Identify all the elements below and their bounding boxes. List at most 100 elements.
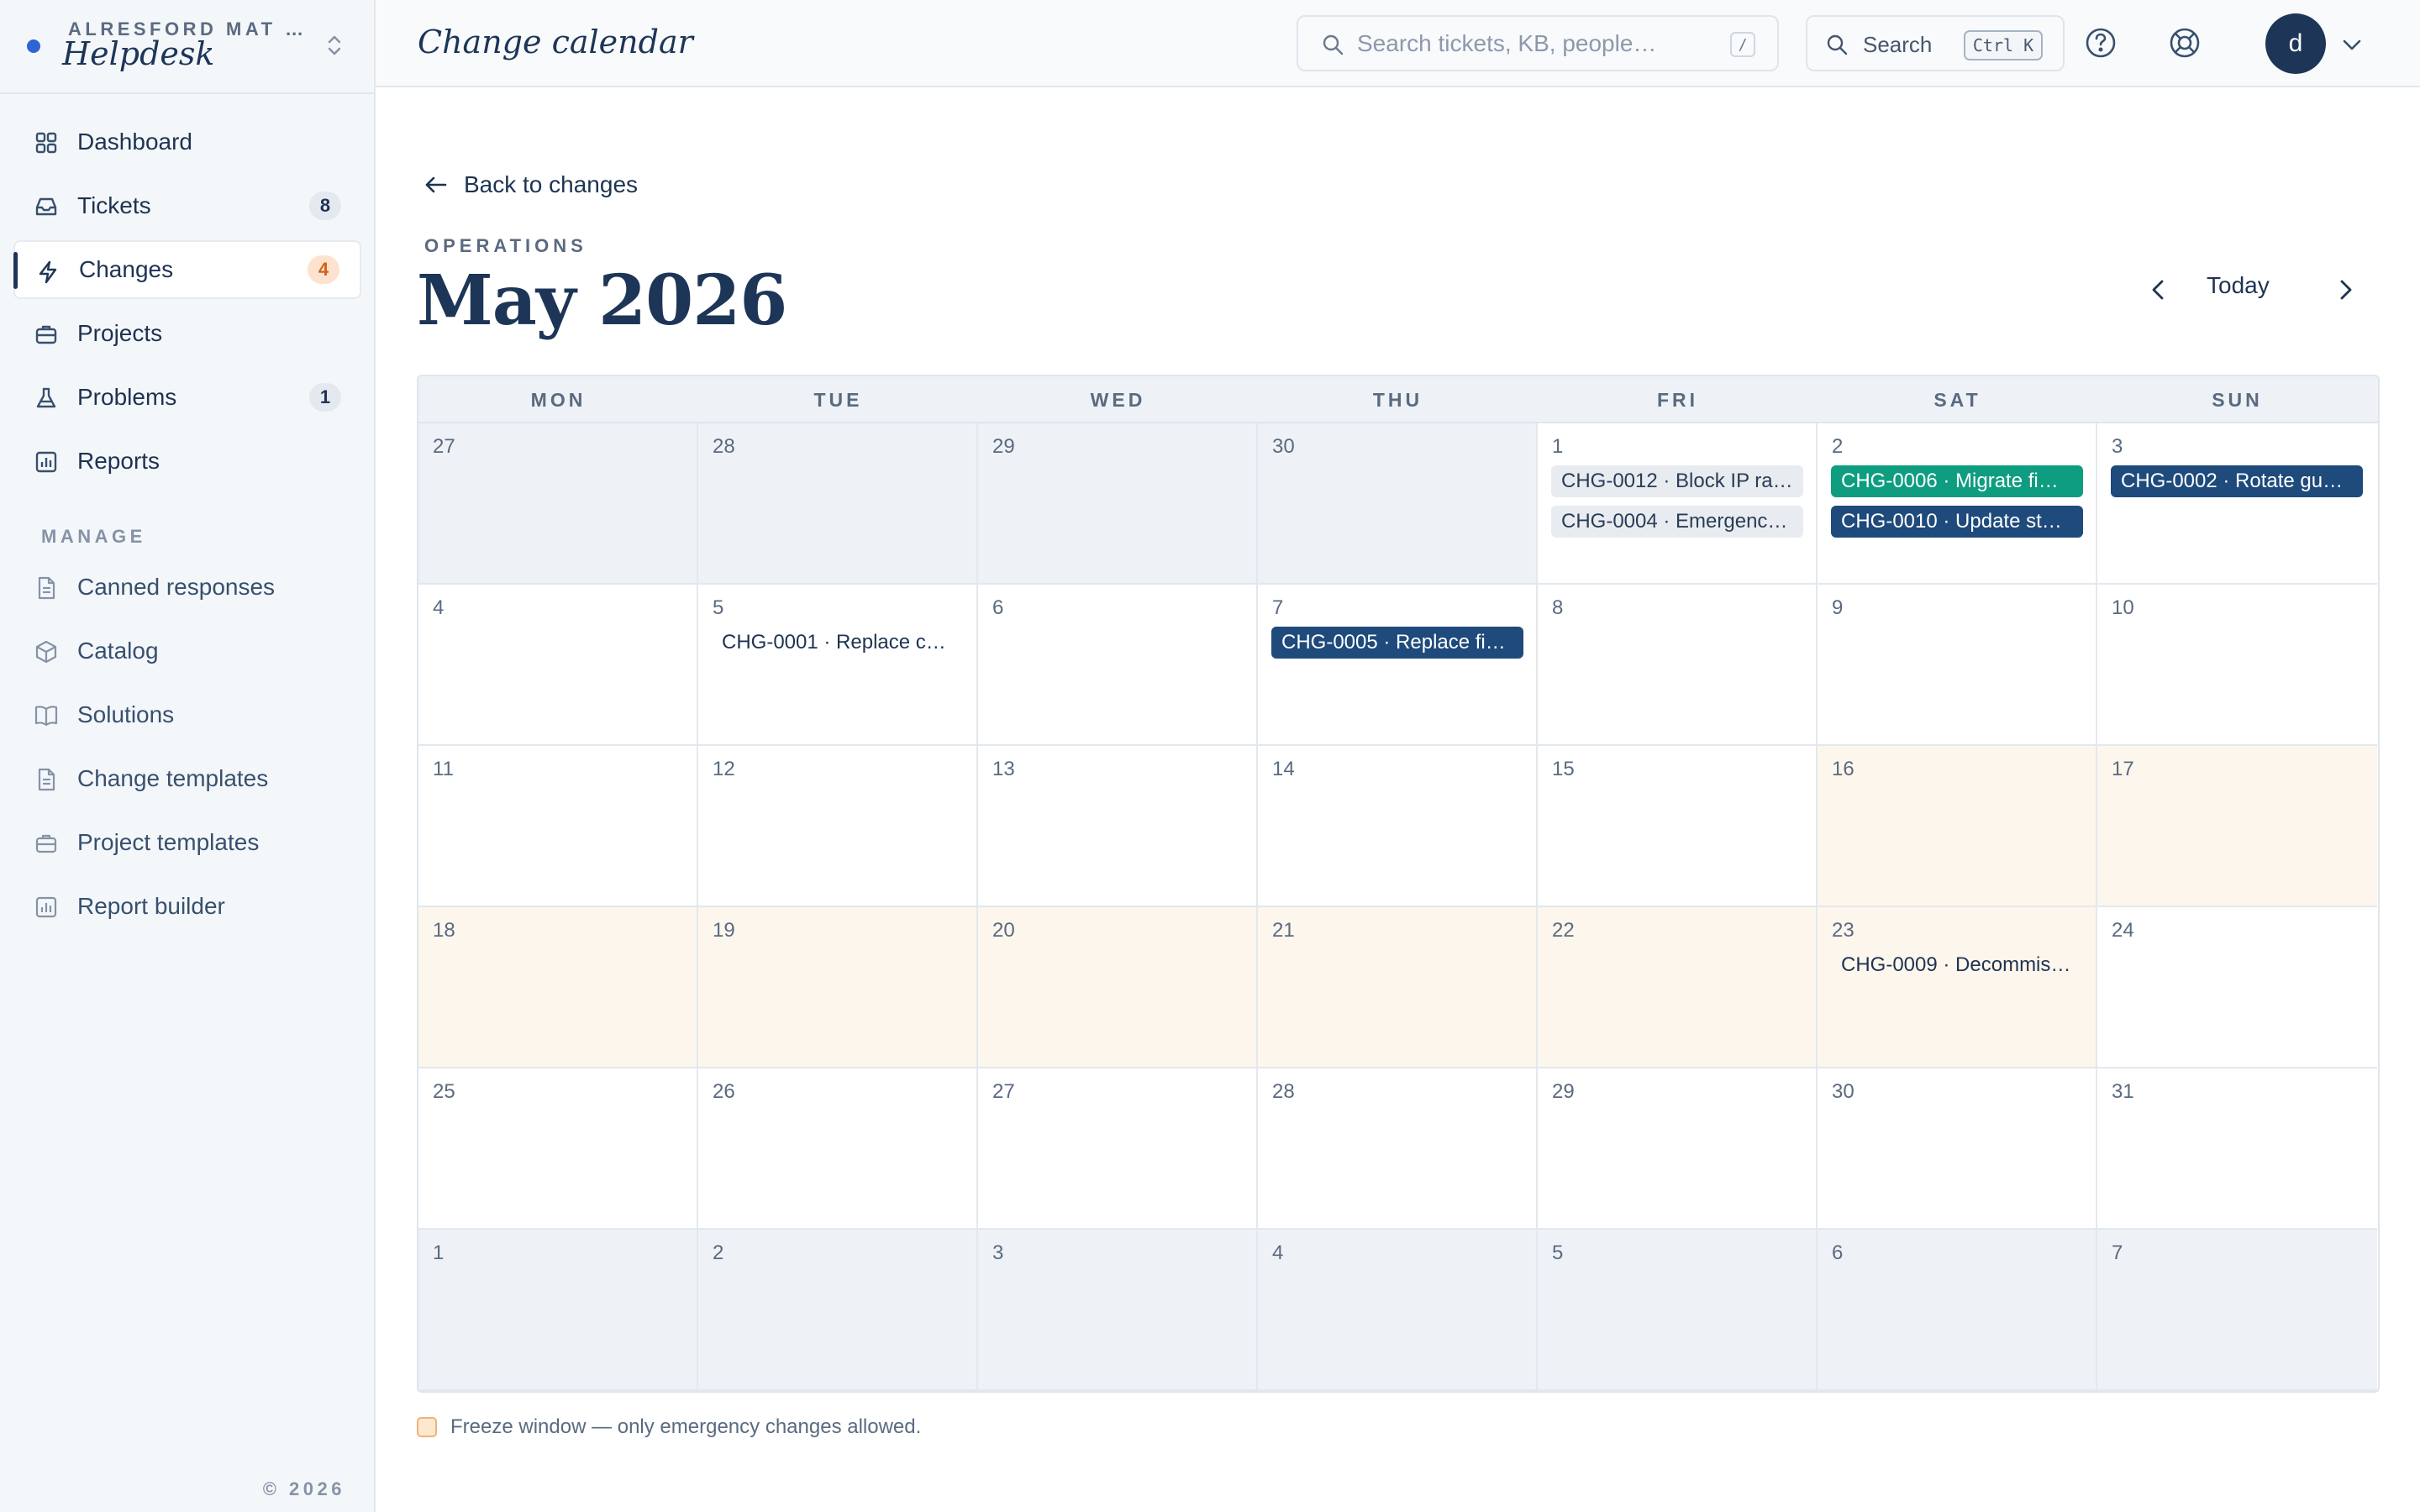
sidebar-item-projects[interactable]: Projects [13,304,361,363]
sidebar-item-project-templates[interactable]: Project templates [13,813,361,872]
calendar-day-cell[interactable]: 3 [978,1230,1258,1391]
change-event-chip[interactable]: CHG-0004 · Emergenc… [1551,506,1803,538]
sidebar-item-report-builder[interactable]: Report builder [13,877,361,936]
calendar-day-cell[interactable]: 19 [698,907,978,1068]
change-event-chip[interactable]: CHG-0005 · Replace fi… [1271,627,1523,659]
calendar-day-cell[interactable]: 7 [2097,1230,2377,1391]
sidebar-item-tickets[interactable]: Tickets 8 [13,176,361,235]
help-circle-icon[interactable] [2083,25,2118,60]
global-search[interactable]: / [1297,15,1779,71]
chevron-left-icon[interactable] [2143,274,2175,306]
day-number: 8 [1552,596,1564,619]
calendar-day-cell[interactable]: 4 [1258,1230,1538,1391]
chevron-right-icon[interactable] [2329,274,2361,306]
calendar-day-cell[interactable]: 18 [418,907,698,1068]
calendar-day-cell[interactable]: 23 CHG-0009 · Decommis… [1818,907,2097,1068]
calendar-day-cell[interactable]: 11 [418,746,698,907]
workspace-status-dot [27,39,40,53]
calendar-day-cell[interactable]: 27 [978,1068,1258,1230]
calendar-day-cell[interactable]: 2 CHG-0006 · Migrate fi… CHG-0010 · Update… [1818,423,2097,585]
day-number: 27 [433,435,455,458]
day-number: 2 [1832,435,1844,458]
change-event-chip[interactable]: CHG-0002 · Rotate gu… [2111,465,2363,497]
calendar-day-cell[interactable]: 3 CHG-0002 · Rotate gu… [2097,423,2377,585]
change-event-chip[interactable]: CHG-0001 · Replace co… [712,627,964,659]
day-number: 29 [1552,1080,1575,1103]
change-event-chip[interactable]: CHG-0006 · Migrate fi… [1831,465,2083,497]
calendar-day-cell[interactable]: 22 [1538,907,1818,1068]
sidebar-item-label: Reports [77,448,160,474]
day-number: 30 [1272,435,1295,458]
calendar-day-cell[interactable]: 29 [1538,1068,1818,1230]
change-event-chip[interactable]: CHG-0012 · Block IP ra… [1551,465,1803,497]
day-number: 7 [2112,1242,2123,1264]
calendar-day-cell[interactable]: 28 [1258,1068,1538,1230]
calendar-day-cell[interactable]: 4 [418,585,698,746]
workspace-switcher[interactable]: ALRESFORD MAT … Helpdesk [0,0,374,94]
calendar-day-cell[interactable]: 30 [1258,423,1538,585]
sidebar-item-label: Problems [77,384,177,410]
calendar-day-cell[interactable]: 27 [418,423,698,585]
sidebar-item-canned-responses[interactable]: Canned responses [13,558,361,617]
change-event-chip[interactable]: CHG-0010 · Update sta… [1831,506,2083,538]
calendar-day-cell[interactable]: 26 [698,1068,978,1230]
day-number: 6 [1832,1242,1844,1264]
day-number: 15 [1552,758,1575,780]
calendar-day-cell[interactable]: 24 [2097,907,2377,1068]
calendar-day-cell[interactable]: 10 [2097,585,2377,746]
search-input[interactable] [1357,29,1710,59]
calendar-day-cell[interactable]: 1 [418,1230,698,1391]
weekday-header: MON TUE WED THU FRI SAT SUN [418,376,2378,423]
calendar-day-cell[interactable]: 29 [978,423,1258,585]
calendar-day-cell[interactable]: 8 [1538,585,1818,746]
sidebar-item-dashboard[interactable]: Dashboard [13,113,361,171]
weekday-label: WED [1090,388,1146,411]
calendar-day-cell[interactable]: 28 [698,423,978,585]
sidebar-item-solutions[interactable]: Solutions [13,685,361,744]
calendar-day-cell[interactable]: 25 [418,1068,698,1230]
weekday-label: MON [530,388,587,411]
lifebuoy-icon[interactable] [2167,25,2202,60]
command-search-label: Search [1863,32,1933,57]
calendar-day-cell[interactable]: 31 [2097,1068,2377,1230]
user-avatar[interactable]: d [2265,13,2326,74]
day-number: 5 [713,596,724,619]
count-badge: 4 [308,255,339,284]
calendar-day-cell[interactable]: 5 CHG-0001 · Replace co… [698,585,978,746]
calendar-day-cell[interactable]: 21 [1258,907,1538,1068]
calendar-day-cell[interactable]: 17 [2097,746,2377,907]
calendar-day-cell[interactable]: 14 [1258,746,1538,907]
calendar-day-cell[interactable]: 16 [1818,746,2097,907]
calendar-day-cell[interactable]: 7 CHG-0005 · Replace fi… [1258,585,1538,746]
sidebar-item-change-templates[interactable]: Change templates [13,749,361,808]
open-book-icon [34,706,58,727]
today-button[interactable]: Today [2207,272,2270,299]
calendar-day-cell[interactable]: 13 [978,746,1258,907]
day-number: 11 [433,758,454,780]
chevron-down-icon[interactable] [2339,32,2365,57]
calendar-day-cell[interactable]: 6 [1818,1230,2097,1391]
sidebar-item-problems[interactable]: Problems 1 [13,368,361,427]
document-icon [38,576,55,600]
day-number: 24 [2112,919,2134,942]
calendar-day-cell[interactable]: 15 [1538,746,1818,907]
change-event-chip[interactable]: CHG-0009 · Decommis… [1831,949,2083,981]
sidebar-item-label: Project templates [77,829,260,855]
day-number: 18 [433,919,455,942]
calendar-day-cell[interactable]: 9 [1818,585,2097,746]
sidebar-item-reports[interactable]: Reports [13,432,361,491]
command-search-button[interactable]: Search Ctrl K [1806,15,2065,71]
calendar-day-cell[interactable]: 1 CHG-0012 · Block IP ra… CHG-0004 · Emerg… [1538,423,1818,585]
day-number: 20 [992,919,1015,942]
calendar-day-cell[interactable]: 30 [1818,1068,2097,1230]
back-to-changes-link[interactable]: Back to changes [422,168,638,202]
sidebar-item-changes[interactable]: Changes 4 [13,240,361,299]
calendar-day-cell[interactable]: 20 [978,907,1258,1068]
day-number: 7 [1272,596,1284,619]
calendar-day-cell[interactable]: 2 [698,1230,978,1391]
calendar-day-cell[interactable]: 6 [978,585,1258,746]
day-number: 14 [1272,758,1295,780]
calendar-day-cell[interactable]: 12 [698,746,978,907]
sidebar-item-catalog[interactable]: Catalog [13,622,361,680]
calendar-day-cell[interactable]: 5 [1538,1230,1818,1391]
